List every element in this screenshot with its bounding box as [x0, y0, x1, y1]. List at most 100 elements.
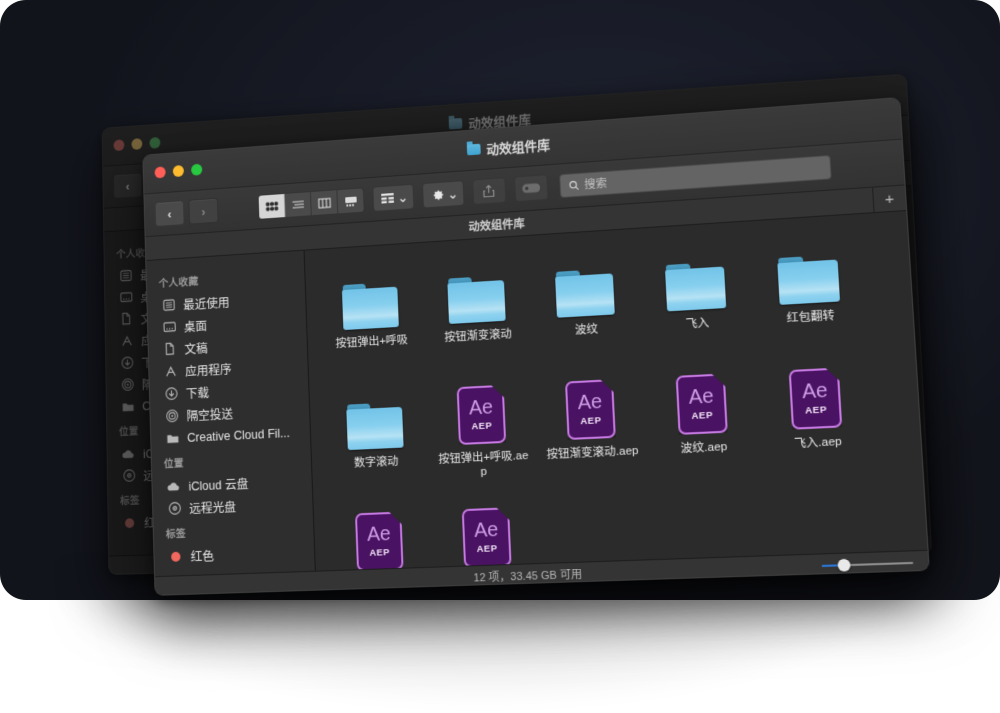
file-name-label: 按钮弹出+呼吸	[335, 334, 409, 351]
aep-extension-label: AEP	[804, 404, 828, 417]
traffic-lights-background	[113, 136, 161, 152]
applications-icon	[163, 363, 178, 379]
aep-extension-label: AEP	[476, 543, 498, 556]
file-item-folder[interactable]: 数字滚动	[321, 381, 431, 505]
file-item-aep[interactable]: AeAEP 按钮渐变滚动.aep	[534, 369, 650, 496]
file-item-folder[interactable]: 按钮弹出+呼吸	[316, 261, 426, 385]
file-item-aep[interactable]: AeAEP 按钮弹出+呼吸.aep	[426, 375, 539, 500]
file-grid-area[interactable]: 按钮弹出+呼吸 按钮渐变滚动 波纹 飞入 红包翻转 数字滚动 Ae AEP 按钮弹出+呼吸.ae…	[304, 211, 928, 571]
file-item-aep[interactable]: AeAEP数字滚动.aep	[431, 498, 545, 571]
traffic-lights	[154, 163, 203, 179]
tag-icon	[521, 183, 541, 194]
tag-button[interactable]	[513, 174, 549, 203]
search-field[interactable]: 搜索	[559, 154, 832, 199]
icon-size-slider[interactable]	[821, 558, 914, 572]
documents-icon	[162, 341, 177, 357]
file-name-label: 按钮渐变滚动	[444, 328, 513, 345]
search-placeholder: 搜索	[584, 177, 608, 192]
chevron-down-icon: ⌄	[397, 189, 409, 205]
arrange-button[interactable]: ⌄	[372, 183, 415, 212]
new-tab-button[interactable]: +	[873, 185, 906, 212]
file-item-folder[interactable]: 波纹	[528, 247, 643, 373]
share-button[interactable]	[471, 177, 507, 206]
finder-window[interactable]: 动效组件库 ‹ › ⌄ ⌄ 搜索 动效组件库 + 个人收藏 最近使用 桌面 文稿…	[142, 96, 930, 596]
file-item-folder[interactable]: 按钮渐变滚动	[421, 254, 533, 379]
sidebar-item-label: 最近使用	[183, 296, 230, 313]
red-tag-dot	[122, 515, 137, 531]
file-icon-wrapper: AeAEP	[675, 365, 728, 435]
chevron-left-icon: ‹	[167, 206, 172, 221]
list-view-button[interactable]	[284, 192, 312, 218]
airdrop-icon	[120, 377, 135, 393]
file-name-label: 按钮渐变滚动.aep	[546, 444, 639, 462]
back-button[interactable]: ‹	[154, 200, 185, 227]
documents-icon	[119, 311, 134, 327]
remote-disc-icon	[121, 468, 136, 484]
recents-icon	[161, 297, 176, 313]
red-tag-dot	[168, 548, 183, 564]
file-item-aep[interactable]: AeAEP红包翻转.aep	[325, 502, 436, 570]
aep-file-icon: AeAEP	[565, 379, 616, 440]
arrange-grid-icon	[381, 192, 394, 204]
file-name-label: 数字滚动	[353, 455, 399, 470]
aep-file-icon: AeAEP	[789, 367, 843, 429]
file-name-label: 按钮弹出+呼吸.aep	[438, 449, 529, 479]
sidebar-item-label: 下载	[185, 386, 210, 402]
page-background: 动效组件库 ‹ ›	[0, 0, 1000, 713]
icloud-icon	[121, 446, 136, 462]
view-mode-segmented-control[interactable]	[257, 187, 365, 220]
folder-icon	[466, 143, 481, 156]
file-icon-wrapper: AeAEP	[461, 499, 511, 567]
recents-icon	[118, 268, 133, 284]
folder-icon	[447, 275, 506, 324]
aep-extension-label: AEP	[369, 547, 391, 559]
chevron-right-icon: ›	[201, 203, 206, 219]
window-title-text: 动效组件库	[486, 137, 551, 157]
file-item-folder[interactable]: 红包翻转	[749, 232, 870, 361]
close-button-background[interactable]	[113, 139, 125, 152]
forward-button[interactable]: ›	[188, 197, 219, 225]
folder-icon	[165, 430, 180, 446]
file-icon-wrapper: AeAEP	[456, 377, 506, 445]
close-button[interactable]	[154, 166, 166, 179]
nav-buttons: ‹ ›	[154, 197, 219, 227]
ae-glyph: Ae	[577, 390, 603, 415]
icon-view-button[interactable]	[258, 193, 286, 219]
file-name-label: 波纹.aep	[680, 440, 728, 456]
aep-extension-label: AEP	[471, 420, 493, 433]
gear-icon	[433, 189, 444, 200]
file-icon-wrapper	[554, 248, 615, 318]
sidebar-item-red-tag[interactable]: 红色	[154, 540, 314, 568]
minimize-button[interactable]	[172, 164, 185, 178]
folder-icon	[777, 254, 841, 305]
file-item-aep[interactable]: AeAEP 飞入.aep	[756, 358, 878, 487]
gallery-view-button[interactable]	[337, 188, 363, 213]
file-item-aep[interactable]: AeAEP 波纹.aep	[644, 364, 763, 492]
file-icon-wrapper	[446, 255, 506, 324]
action-button[interactable]: ⌄	[421, 180, 465, 209]
file-grid: 按钮弹出+呼吸 按钮渐变滚动 波纹 飞入 红包翻转 数字滚动 Ae AEP 按钮弹出+呼吸.ae…	[305, 229, 927, 570]
file-item-folder[interactable]: 飞入	[638, 240, 756, 368]
minimize-button-background[interactable]	[131, 138, 143, 150]
desktop-icon	[162, 319, 177, 335]
status-text: 12 项，33.45 GB 可用	[473, 568, 583, 585]
aep-file-icon: AeAEP	[355, 512, 404, 571]
file-icon-wrapper	[664, 241, 727, 312]
slider-knob[interactable]	[837, 558, 852, 572]
aep-extension-label: AEP	[580, 415, 602, 428]
sidebar-item-label: 应用程序	[185, 362, 232, 379]
ae-glyph: Ae	[473, 518, 499, 542]
sidebar-item-label: iCloud 云盘	[188, 477, 249, 494]
file-icon-wrapper: AeAEP	[355, 504, 404, 571]
zoom-button[interactable]	[191, 163, 203, 176]
file-name-label: 波纹	[574, 323, 599, 337]
file-icon-wrapper	[341, 262, 399, 331]
ae-glyph: Ae	[801, 379, 829, 404]
zoom-button-background[interactable]	[149, 136, 161, 149]
aep-file-icon: AeAEP	[462, 507, 512, 567]
folder-icon	[120, 399, 135, 415]
column-view-button[interactable]	[310, 190, 339, 216]
sidebar-item-label: 远程光盘	[189, 500, 237, 517]
perspective-stage: 动效组件库 ‹ ›	[0, 0, 1000, 713]
back-button[interactable]: ‹	[113, 172, 143, 199]
